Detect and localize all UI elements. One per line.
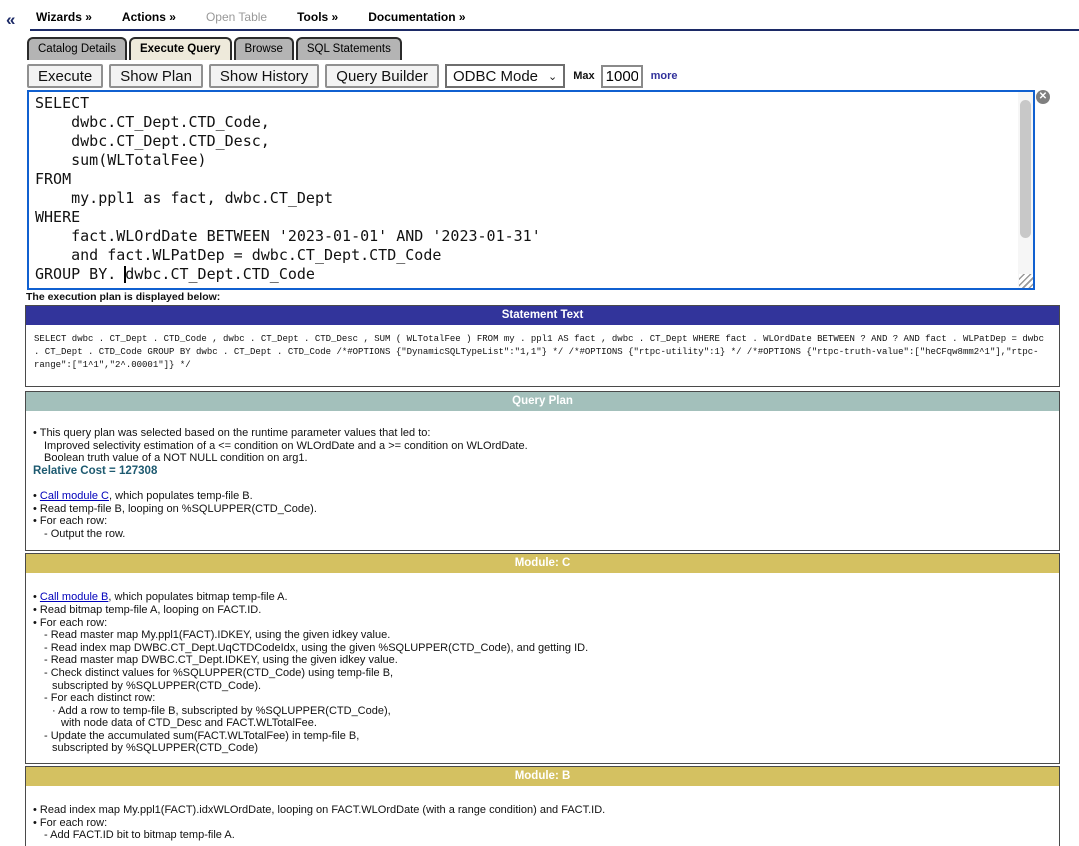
sql-mode-value: ODBC Mode [453, 68, 538, 85]
query-builder-button[interactable]: Query Builder [325, 64, 439, 88]
top-menu-bar: « Wizards » Actions » Open Table Tools »… [0, 8, 1079, 30]
plan-line: - Check distinct values for %SQLUPPER(CT… [30, 667, 1053, 680]
collapse-menu-icon[interactable]: « [6, 10, 15, 30]
menu-documentation[interactable]: Documentation » [368, 10, 465, 24]
plan-line: • For each row: [30, 617, 1053, 630]
chevron-down-icon: ⌄ [548, 70, 557, 83]
plan-line [30, 477, 1053, 490]
plan-line: Boolean truth value of a NOT NULL condit… [30, 452, 1053, 465]
tab-execute-query[interactable]: Execute Query [129, 37, 232, 60]
tab-catalog-details[interactable]: Catalog Details [27, 37, 127, 60]
query-plan-content: • This query plan was selected based on … [26, 411, 1059, 550]
relative-cost-value: Relative Cost = 127308 [30, 465, 1053, 478]
plan-line: • Call module B, which populates bitmap … [30, 591, 1053, 604]
plan-line: • Read index map My.ppl1(FACT).idxWLOrdD… [30, 804, 1053, 817]
plan-line: • Call module C, which populates temp-fi… [30, 490, 1053, 503]
menu-open-table: Open Table [206, 10, 267, 24]
plan-line: - Read master map DWBC.CT_Dept.IDKEY, us… [30, 654, 1053, 667]
bullet-marker: - [44, 829, 50, 841]
bullet-marker: • [33, 591, 40, 603]
scrollbar-thumb[interactable] [1020, 100, 1031, 238]
sql-mode-select[interactable]: ODBC Mode ⌄ [445, 64, 565, 88]
resize-handle-icon[interactable] [1019, 274, 1033, 288]
plan-line: Improved selectivity estimation of a <= … [30, 440, 1053, 453]
query-toolbar: Execute Show Plan Show History Query Bui… [27, 64, 678, 88]
tab-bar: Catalog Details Execute Query Browse SQL… [27, 37, 402, 60]
execute-button[interactable]: Execute [27, 64, 103, 88]
menu-tools[interactable]: Tools » [297, 10, 338, 24]
statement-text-section: Statement Text SELECT dwbc . CT_Dept . C… [25, 305, 1060, 387]
sql-editor[interactable]: SELECT dwbc.CT_Dept.CTD_Code, dwbc.CT_De… [27, 90, 1035, 290]
module-c-content: • Call module B, which populates bitmap … [26, 573, 1059, 763]
plan-line: • For each row: [30, 817, 1053, 830]
bullet-marker: - [44, 654, 51, 666]
plan-line: - Update the accumulated sum(FACT.WLTota… [30, 730, 1053, 743]
module-c-header: Module: C [26, 554, 1059, 573]
bullet-marker: - [44, 629, 51, 641]
close-icon: ✕ [1039, 91, 1047, 102]
statement-text-content: SELECT dwbc . CT_Dept . CTD_Code , dwbc … [26, 325, 1059, 386]
editor-scrollbar[interactable] [1018, 92, 1033, 288]
execution-plan-intro: The execution plan is displayed below: [26, 291, 220, 303]
plan-line: subscripted by %SQLUPPER(CTD_Code) [30, 742, 1053, 755]
bullet-marker: - [44, 730, 51, 742]
more-options-link[interactable]: more [651, 70, 678, 82]
bullet-marker: • [33, 817, 40, 829]
module-b-header: Module: B [26, 767, 1059, 786]
bullet-marker: - [44, 642, 51, 654]
tab-browse[interactable]: Browse [234, 37, 294, 60]
menu-actions[interactable]: Actions » [122, 10, 176, 24]
module-c-section: Module: C • Call module B, which populat… [25, 553, 1060, 764]
query-plan-section: Query Plan • This query plan was selecte… [25, 391, 1060, 551]
query-plan-header: Query Plan [26, 392, 1059, 411]
module-b-section: Module: B • Read index map My.ppl1(FACT)… [25, 766, 1060, 846]
show-plan-button[interactable]: Show Plan [109, 64, 203, 88]
bullet-marker: - [44, 667, 51, 679]
plan-line: - Read index map DWBC.CT_Dept.UqCTDCodeI… [30, 642, 1053, 655]
max-rows-label: Max [573, 70, 594, 82]
bullet-marker: - [44, 528, 51, 540]
bullet-marker: • [33, 804, 40, 816]
plan-line: • Read bitmap temp-file A, looping on FA… [30, 604, 1053, 617]
plan-line: with node data of CTD_Desc and FACT.WLTo… [30, 717, 1053, 730]
bullet-marker: - [44, 692, 51, 704]
bullet-marker: • [33, 604, 40, 616]
plan-line: - For each distinct row: [30, 692, 1053, 705]
tab-sql-statements[interactable]: SQL Statements [296, 37, 402, 60]
plan-line: subscripted by %SQLUPPER(CTD_Code). [30, 680, 1053, 693]
module-b-content: • Read index map My.ppl1(FACT).idxWLOrdD… [26, 786, 1059, 846]
bullet-marker: • [33, 503, 40, 515]
menu-wizards[interactable]: Wizards » [36, 10, 92, 24]
execution-plan-area: Statement Text SELECT dwbc . CT_Dept . C… [25, 305, 1060, 846]
menu-divider [30, 29, 1079, 31]
max-rows-input[interactable] [601, 65, 643, 88]
sql-query-tool-page: « Wizards » Actions » Open Table Tools »… [0, 0, 1079, 846]
plan-line: - Read master map My.ppl1(FACT).IDKEY, u… [30, 629, 1053, 642]
call-module-link[interactable]: Call module B [40, 591, 108, 603]
clear-query-button[interactable]: ✕ [1036, 90, 1050, 104]
menu-items: Wizards » Actions » Open Table Tools » D… [36, 10, 466, 24]
plan-line: · Add a row to temp-file B, subscripted … [30, 705, 1053, 718]
show-history-button[interactable]: Show History [209, 64, 319, 88]
statement-text-header: Statement Text [26, 306, 1059, 325]
sql-editor-wrap: SELECT dwbc.CT_Dept.CTD_Code, dwbc.CT_De… [27, 90, 1035, 290]
plan-line: • For each row: [30, 515, 1053, 528]
bullet-marker: · [52, 705, 58, 717]
text-caret [124, 266, 126, 283]
call-module-link[interactable]: Call module C [40, 490, 109, 502]
plan-line: • Read temp-file B, looping on %SQLUPPER… [30, 503, 1053, 516]
plan-line: - Output the row. [30, 528, 1053, 541]
plan-line: • This query plan was selected based on … [30, 427, 1053, 440]
bullet-marker: • [33, 515, 40, 527]
bullet-marker: • [33, 490, 40, 502]
bullet-marker: • [33, 427, 40, 439]
plan-line: - Add FACT.ID bit to bitmap temp-file A. [30, 829, 1053, 842]
bullet-marker: • [33, 617, 40, 629]
